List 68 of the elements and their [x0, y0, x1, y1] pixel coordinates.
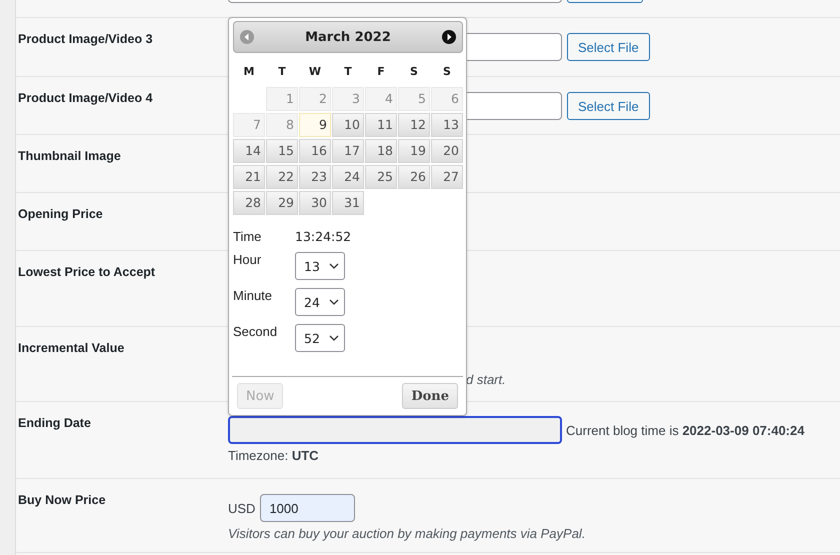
next-month-icon[interactable]: [442, 30, 456, 44]
weekday-label: T: [344, 65, 352, 78]
timezone-text: Timezone: UTC: [228, 448, 319, 463]
calendar-day[interactable]: 16: [299, 139, 331, 163]
date-field[interactable]: [228, 416, 562, 444]
calendar-day[interactable]: 13: [431, 113, 463, 137]
weekday-label: S: [443, 65, 451, 78]
calendar-day: 3: [332, 87, 364, 111]
calendar-day[interactable]: 11: [365, 113, 397, 137]
select-label: Minute: [233, 288, 274, 303]
weekday-label: W: [308, 65, 322, 78]
time-value: 13:24:52: [295, 229, 352, 244]
done-button[interactable]: Done: [402, 383, 458, 409]
calendar-day[interactable]: 14: [233, 139, 265, 163]
field-label: Thumbnail Image: [18, 148, 121, 163]
calendar-day[interactable]: 15: [266, 139, 298, 163]
field-label: Product Image/Video 4: [18, 90, 153, 105]
calendar-day: 7: [233, 113, 265, 137]
calendar-day: 2: [299, 87, 331, 111]
weekday-label: S: [410, 65, 418, 78]
calendar-day[interactable]: 24: [332, 165, 364, 189]
time-select[interactable]: 52: [295, 324, 345, 352]
field-label: Opening Price: [18, 206, 103, 221]
calendar-day[interactable]: 18: [365, 139, 397, 163]
price-input[interactable]: 1000: [260, 494, 356, 522]
calendar-day: 4: [365, 87, 397, 111]
calendar-day[interactable]: 10: [332, 113, 364, 137]
currency-label: USD: [228, 500, 256, 516]
chevron-down-icon: [329, 335, 339, 341]
field-label: Ending Date: [18, 415, 91, 430]
calendar-day[interactable]: 19: [398, 139, 430, 163]
time-select[interactable]: 13: [295, 252, 345, 280]
blog-time-text: Current blog time is 2022-03-09 07:40:24: [566, 422, 804, 438]
weekday-label: M: [244, 65, 254, 78]
select-file-button[interactable]: Select File: [567, 33, 650, 61]
calendar-day[interactable]: 12: [398, 113, 430, 137]
month-title: March 2022: [305, 30, 391, 44]
calendar-day[interactable]: 26: [398, 165, 430, 189]
calendar-day[interactable]: 28: [233, 191, 265, 215]
field-label: Incremental Value: [18, 340, 124, 355]
calendar-day[interactable]: 9: [299, 113, 331, 137]
field-label: Buy Now Price: [18, 492, 106, 507]
calendar-day[interactable]: 30: [299, 191, 331, 215]
field-label: Lowest Price to Accept: [18, 264, 156, 279]
field-label: Product Image/Video 3: [18, 31, 153, 46]
calendar-day[interactable]: 20: [431, 139, 463, 163]
time-label: Time: [233, 229, 262, 244]
select-label: Hour: [233, 252, 262, 267]
calendar-day[interactable]: 29: [266, 191, 298, 215]
calendar-day[interactable]: 23: [299, 165, 331, 189]
select-label: Second: [233, 324, 278, 339]
calendar-day[interactable]: 21: [233, 165, 265, 189]
calendar-day[interactable]: 31: [332, 191, 364, 215]
calendar-day: 6: [431, 87, 463, 111]
calendar-day: 5: [398, 87, 430, 111]
field-description: Visitors can buy your auction by making payments via PayPal.: [228, 526, 586, 541]
calendar-day[interactable]: 17: [332, 139, 364, 163]
chevron-down-icon: [329, 263, 339, 269]
chevron-down-icon: [329, 299, 339, 305]
calendar-day: 8: [266, 113, 298, 137]
calendar-day: 1: [266, 87, 298, 111]
calendar-day[interactable]: 22: [266, 165, 298, 189]
weekday-label: F: [377, 65, 385, 78]
select-file-button[interactable]: Select File: [567, 92, 650, 120]
calendar-day[interactable]: 25: [365, 165, 397, 189]
calendar-day[interactable]: 27: [431, 165, 463, 189]
time-select[interactable]: 24: [295, 288, 345, 316]
weekday-label: T: [278, 65, 286, 78]
